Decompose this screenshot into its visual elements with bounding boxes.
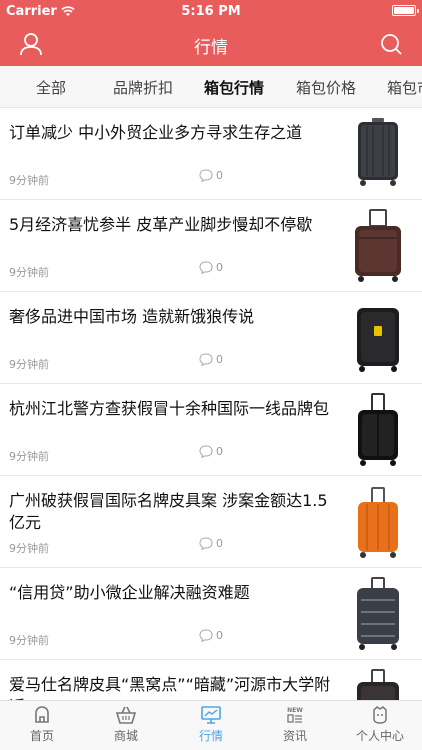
monitor-icon bbox=[201, 706, 221, 724]
article-time: 9分钟前 bbox=[9, 174, 49, 187]
article-title: 爱马仕名牌皮具“黑窝点”“暗藏”河源市大学附近 bbox=[9, 675, 331, 700]
article-time: 9分钟前 bbox=[9, 358, 49, 371]
news-icon: NEW bbox=[287, 707, 303, 723]
status-bar: Carrier 5:16 PM bbox=[0, 0, 422, 22]
article-time: 9分钟前 bbox=[9, 542, 49, 555]
article-time: 9分钟前 bbox=[9, 450, 49, 463]
category-tabs: 全部 品牌折扣 箱包行情 箱包价格 箱包市 bbox=[0, 66, 422, 108]
comment-icon bbox=[199, 629, 213, 642]
black-ferrari-suitcase-image bbox=[357, 308, 399, 372]
bottom-tab-bar: 首页 商城 行情 NEW 资讯 个人中心 bbox=[0, 700, 422, 750]
list-item[interactable]: “信用贷”助小微企业解决融资难题 9分钟前 0 bbox=[0, 568, 422, 660]
comment-count: 0 bbox=[199, 169, 223, 182]
dark-suitcase-image bbox=[357, 669, 399, 700]
tab-luggage-city[interactable]: 箱包市 bbox=[387, 77, 422, 98]
comment-count: 0 bbox=[199, 629, 223, 642]
article-title: 广州破获假冒国际名牌皮具案 涉案金额达1.5亿元 bbox=[9, 491, 328, 532]
svg-text:NEW: NEW bbox=[287, 707, 303, 714]
grey-striped-suitcase-image bbox=[357, 577, 399, 650]
article-title: 杭州江北警方查获假冒十余种国际一线品牌包 bbox=[9, 399, 330, 418]
comment-count: 0 bbox=[199, 537, 223, 550]
tab-luggage-market[interactable]: 箱包行情 bbox=[204, 77, 264, 98]
battery-icon bbox=[392, 5, 419, 16]
article-list: 订单减少 中小外贸企业多方寻求生存之道 9分钟前 0 5月经济喜忧参半 皮革产业… bbox=[0, 108, 422, 700]
article-title: 订单减少 中小外贸企业多方寻求生存之道 bbox=[9, 123, 303, 142]
home-icon bbox=[35, 706, 49, 723]
article-title: 奢侈品进中国市场 造就新饿狼传说 bbox=[9, 307, 255, 326]
brown-leather-trolley-image bbox=[355, 209, 401, 282]
black-hardshell-suitcase-image bbox=[358, 393, 398, 466]
tab-all[interactable]: 全部 bbox=[36, 77, 66, 98]
basket-icon bbox=[115, 706, 137, 724]
comment-count: 0 bbox=[199, 261, 223, 274]
dark-carbon-suitcase-image bbox=[358, 118, 398, 186]
tab-news[interactable]: NEW 资讯 bbox=[255, 705, 335, 744]
list-item[interactable]: 奢侈品进中国市场 造就新饿狼传说 9分钟前 0 bbox=[0, 292, 422, 384]
list-item[interactable]: 5月经济喜忧参半 皮革产业脚步慢却不停歇 9分钟前 0 bbox=[0, 200, 422, 292]
tab-brand-discount[interactable]: 品牌折扣 bbox=[113, 77, 173, 98]
comment-icon bbox=[199, 537, 213, 550]
comment-count: 0 bbox=[199, 445, 223, 458]
tab-profile[interactable]: 个人中心 bbox=[340, 705, 420, 744]
list-item[interactable]: 爱马仕名牌皮具“黑窝点”“暗藏”河源市大学附近 bbox=[0, 660, 422, 700]
article-time: 9分钟前 bbox=[9, 266, 49, 279]
orange-suitcase-image bbox=[358, 487, 398, 558]
article-title: “信用贷”助小微企业解决融资难题 bbox=[9, 583, 250, 602]
comment-icon bbox=[199, 445, 213, 458]
tab-market[interactable]: 行情 bbox=[171, 705, 251, 744]
page-title: 行情 bbox=[194, 38, 228, 58]
comment-icon bbox=[199, 169, 213, 182]
navbar: 行情 bbox=[0, 22, 422, 66]
tab-mall[interactable]: 商城 bbox=[86, 705, 166, 744]
search-icon[interactable] bbox=[377, 30, 405, 58]
clock: 5:16 PM bbox=[181, 4, 241, 19]
list-item[interactable]: 广州破获假冒国际名牌皮具案 涉案金额达1.5亿元 9分钟前 0 bbox=[0, 476, 422, 568]
article-title: 5月经济喜忧参半 皮革产业脚步慢却不停歇 bbox=[9, 215, 313, 234]
tab-home[interactable]: 首页 bbox=[2, 705, 82, 744]
tab-luggage-price[interactable]: 箱包价格 bbox=[296, 77, 356, 98]
list-item[interactable]: 订单减少 中小外贸企业多方寻求生存之道 9分钟前 0 bbox=[0, 108, 422, 200]
profile-icon bbox=[373, 706, 387, 724]
comment-count: 0 bbox=[199, 353, 223, 366]
comment-icon bbox=[199, 261, 213, 274]
comment-icon bbox=[199, 353, 213, 366]
list-item[interactable]: 杭州江北警方查获假冒十余种国际一线品牌包 9分钟前 0 bbox=[0, 384, 422, 476]
article-time: 9分钟前 bbox=[9, 634, 49, 647]
